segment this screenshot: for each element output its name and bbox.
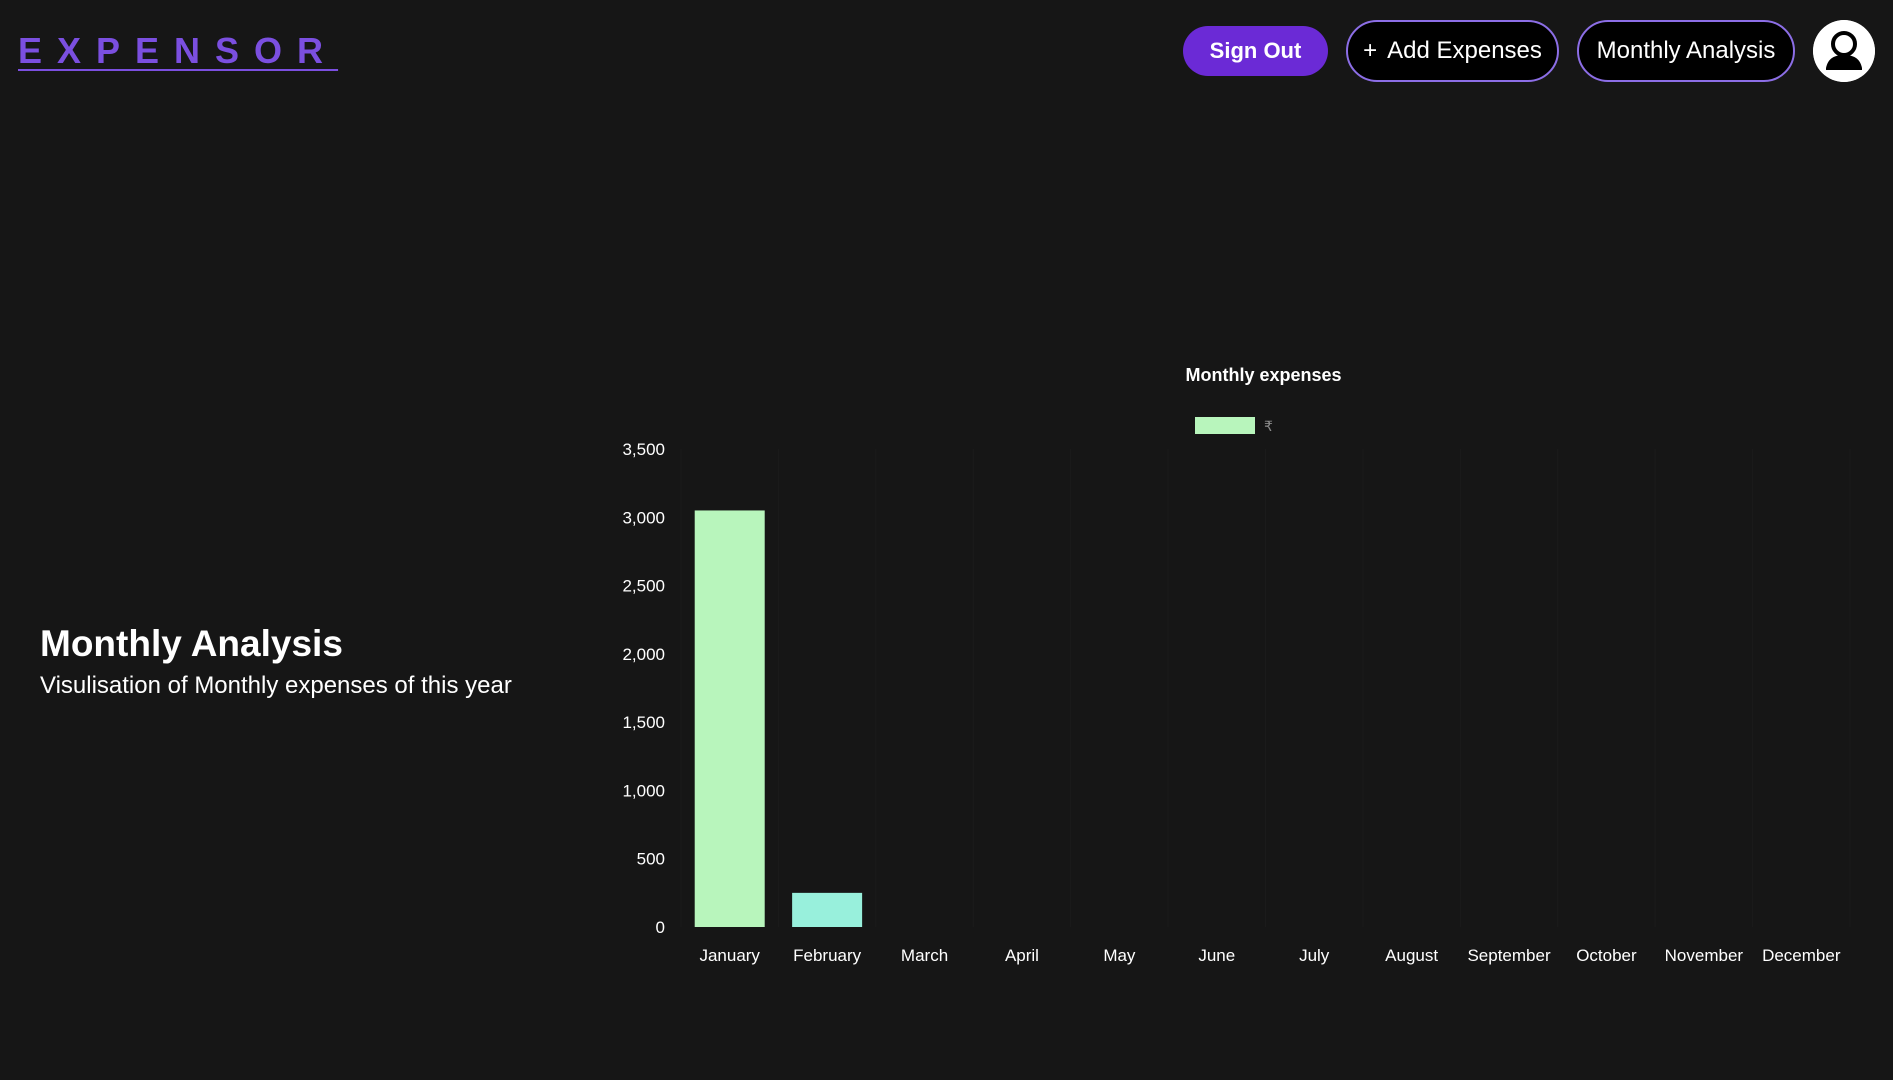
x-tick-label: August — [1385, 946, 1438, 965]
y-tick-label: 2,000 — [622, 645, 665, 664]
y-tick-label: 500 — [637, 850, 665, 869]
x-tick-label: March — [901, 946, 948, 965]
y-tick-label: 2,500 — [622, 577, 665, 596]
legend-label: ₹ — [1264, 419, 1273, 435]
y-tick-label: 3,000 — [622, 508, 665, 527]
y-tick-label: 0 — [656, 918, 665, 937]
x-tick-label: February — [793, 946, 862, 965]
x-tick-label: September — [1467, 946, 1550, 965]
bar-january — [694, 510, 765, 927]
bar-february — [792, 892, 863, 927]
x-tick-label: January — [699, 946, 760, 965]
y-tick-label: 1,000 — [622, 781, 665, 800]
x-tick-label: April — [1005, 946, 1039, 965]
x-tick-label: October — [1576, 946, 1637, 965]
y-tick-label: 1,500 — [622, 713, 665, 732]
x-tick-label: December — [1762, 946, 1841, 965]
x-tick-label: May — [1103, 946, 1136, 965]
legend-swatch — [1195, 417, 1255, 434]
y-tick-label: 3,500 — [622, 440, 665, 459]
x-tick-label: November — [1665, 946, 1744, 965]
x-tick-label: June — [1198, 946, 1235, 965]
monthly-expenses-chart: Monthly expenses ₹0 500 1,000 1,500 2,000 2,50… — [622, 365, 1851, 965]
x-tick-label: July — [1299, 946, 1330, 965]
chart-title: Monthly expenses — [1185, 365, 1341, 385]
